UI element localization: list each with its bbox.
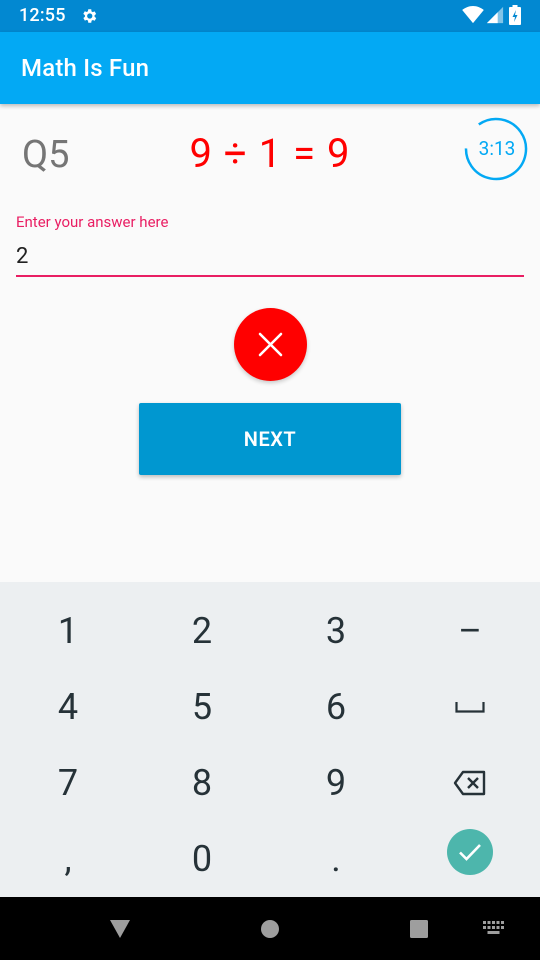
key-7[interactable]: 7 [1, 745, 135, 821]
key-3[interactable]: 3 [269, 593, 403, 669]
key-period[interactable]: . [269, 821, 403, 897]
app-bar: Math Is Fun [0, 32, 540, 104]
key-backspace[interactable] [403, 745, 537, 821]
timer-text: 3:13 [478, 137, 516, 160]
navigation-bar [0, 897, 540, 960]
key-minus[interactable]: – [403, 593, 537, 669]
settings-gear-icon [83, 9, 97, 23]
back-triangle-icon[interactable] [109, 919, 131, 939]
question-number: Q5 [22, 133, 70, 177]
space-icon [455, 702, 485, 713]
key-done[interactable] [403, 814, 537, 890]
battery-icon [509, 5, 521, 25]
app-title: Math Is Fun [21, 54, 150, 82]
status-bar: 12:55 [0, 0, 540, 32]
equation: 9 ÷ 1 = 9 [189, 130, 351, 177]
close-icon [258, 332, 283, 357]
recents-square-icon[interactable] [409, 919, 429, 939]
home-circle-icon[interactable] [260, 919, 280, 939]
backspace-icon [453, 770, 486, 796]
key-4[interactable]: 4 [1, 669, 135, 745]
key-space[interactable] [403, 669, 537, 745]
key-comma[interactable]: , [1, 821, 135, 897]
answer-field-label: Enter your answer here [16, 213, 169, 231]
answer-input-underline[interactable] [16, 275, 524, 277]
key-0[interactable]: 0 [135, 821, 269, 897]
key-8[interactable]: 8 [135, 745, 269, 821]
status-time: 12:55 [19, 5, 66, 26]
key-1[interactable]: 1 [1, 593, 135, 669]
answer-input[interactable]: 2 [16, 244, 28, 269]
key-9[interactable]: 9 [269, 745, 403, 821]
numeric-keyboard: 1 2 3 – 4 5 6 7 8 9 , 0 . [0, 582, 540, 897]
next-button[interactable]: NEXT [139, 403, 401, 475]
key-5[interactable]: 5 [135, 669, 269, 745]
key-6[interactable]: 6 [269, 669, 403, 745]
check-icon [459, 844, 481, 861]
key-2[interactable]: 2 [135, 593, 269, 669]
wrong-answer-indicator [234, 308, 307, 381]
wifi-icon [462, 6, 484, 24]
cell-signal-icon [486, 6, 504, 24]
keyboard-switch-icon[interactable] [483, 921, 505, 935]
done-key-circle [447, 829, 493, 875]
